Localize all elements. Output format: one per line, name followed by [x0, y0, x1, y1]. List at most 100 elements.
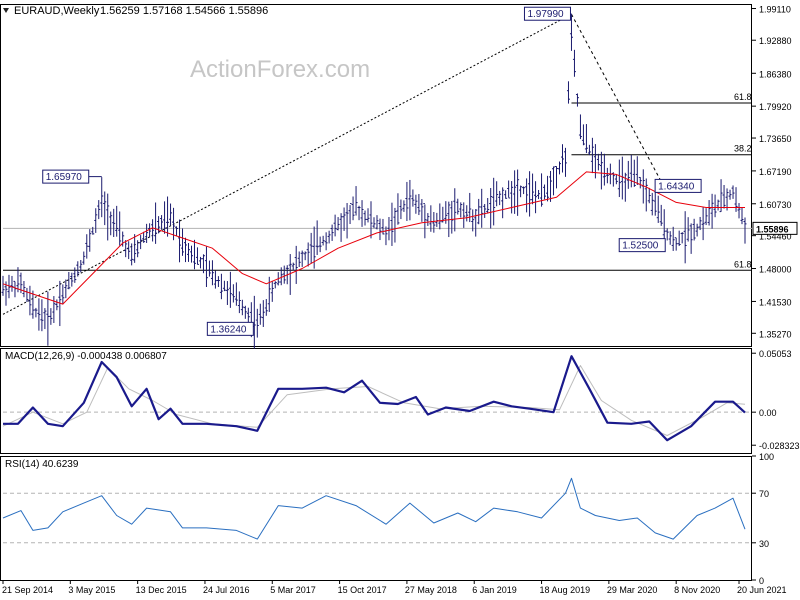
- price-axis-tick-label: 1.99110: [759, 5, 791, 15]
- price-bar: [734, 187, 738, 212]
- price-bar: [543, 184, 547, 200]
- price-bar: [363, 210, 367, 226]
- ohlc-readout: 1.56259 1.57168 1.54566 1.55896: [100, 5, 268, 17]
- price-bar: [97, 200, 101, 220]
- price-bar: [55, 299, 59, 311]
- rsi-title: RSI(14) 40.6239: [5, 459, 79, 470]
- price-axis-tick-label: 1.60730: [759, 200, 792, 210]
- time-axis-label: 8 Nov 2020: [674, 585, 720, 595]
- price-bar: [534, 181, 538, 214]
- price-bar: [309, 232, 313, 264]
- price-bar: [423, 203, 427, 239]
- price-bar: [740, 207, 744, 225]
- price-axis-tick-label: 1.73650: [759, 134, 792, 144]
- price-bar: [498, 190, 502, 206]
- rsi-axis-tick-label: 70: [759, 489, 769, 499]
- price-bar: [240, 299, 244, 316]
- price-bar: [692, 218, 696, 241]
- price-annotation-label: 1.97990: [527, 9, 564, 20]
- price-bar: [414, 194, 418, 214]
- price-bar: [216, 276, 220, 287]
- price-bar: [581, 124, 585, 146]
- moving-average-line: [2, 171, 745, 305]
- price-annotation: 1.97990: [523, 6, 572, 21]
- price-bar: [405, 181, 409, 221]
- price-bar: [465, 205, 469, 222]
- price-bar: [34, 307, 38, 318]
- fibonacci-level-label: 61.8: [734, 92, 752, 102]
- price-bar: [327, 230, 331, 244]
- price-bar: [127, 241, 131, 260]
- time-axis-label: 18 Aug 2019: [540, 585, 591, 595]
- price-bar: [629, 154, 633, 188]
- price-bar: [234, 282, 238, 306]
- fibonacci-level-label: 38.2: [734, 144, 752, 154]
- price-bar: [264, 299, 268, 316]
- price-bar: [169, 203, 173, 226]
- price-bar: [507, 180, 511, 199]
- price-bar: [330, 224, 334, 241]
- price-bar: [429, 205, 433, 232]
- price-bar: [204, 246, 208, 288]
- price-bar: [510, 181, 514, 214]
- price-bar: [318, 236, 322, 253]
- price-bar: [393, 207, 397, 243]
- current-price-tag-label: 1.55896: [756, 224, 789, 234]
- price-bar: [575, 93, 579, 107]
- price-bar: [222, 280, 226, 292]
- price-bar: [417, 194, 421, 216]
- price-bar: [157, 216, 161, 234]
- price-bar: [743, 217, 747, 244]
- price-bar: [677, 230, 681, 247]
- price-bar: [207, 260, 211, 277]
- main-panel-frame: [0, 4, 752, 347]
- price-bar: [82, 251, 86, 265]
- price-bar: [474, 209, 478, 237]
- price-bar: [549, 170, 553, 202]
- price-axis-tick-label: 1.35270: [759, 329, 792, 339]
- rsi-line: [2, 477, 746, 540]
- price-bar: [563, 147, 567, 177]
- price-bar: [716, 199, 720, 211]
- price-bar: [384, 226, 388, 246]
- time-axis-label: 15 Oct 2017: [338, 585, 387, 595]
- rsi-axis-tick-label: 100: [759, 452, 774, 462]
- price-bar: [94, 208, 98, 233]
- rsi-axis-tick-label: 30: [759, 539, 769, 549]
- price-bar: [411, 189, 415, 207]
- price-bar: [291, 262, 295, 271]
- price-bar: [552, 166, 556, 196]
- price-bar: [261, 300, 265, 327]
- price-bar: [145, 223, 149, 243]
- price-bar: [187, 242, 190, 262]
- current-price-tag: 1.55896: [752, 221, 798, 235]
- price-bar: [728, 189, 732, 200]
- price-bar: [321, 235, 325, 246]
- price-bar: [88, 229, 92, 252]
- time-axis-label: 6 Jan 2019: [472, 585, 517, 595]
- price-bar: [483, 204, 487, 218]
- price-bar: [578, 114, 582, 140]
- price-bar: [369, 201, 373, 239]
- price-bar: [665, 228, 669, 241]
- symbol-dropdown-icon[interactable]: [3, 8, 9, 13]
- price-bar: [306, 242, 310, 267]
- macd-panel: MACD(12,26,9) -0.000438 0.006807 0.05053 0…: [2, 349, 800, 451]
- price-bar: [737, 203, 741, 219]
- price-bar: [617, 159, 621, 198]
- price-bar: [28, 285, 32, 316]
- price-bar: [704, 208, 708, 226]
- price-bar: [686, 217, 690, 242]
- price-bar: [282, 265, 286, 284]
- price-bar: [489, 188, 493, 229]
- price-bar: [154, 202, 158, 244]
- price-bar: [360, 200, 364, 227]
- price-bar: [52, 296, 56, 323]
- time-axis-label: 24 Jul 2016: [203, 585, 250, 595]
- price-bar: [635, 156, 639, 185]
- price-bar: [572, 49, 576, 77]
- price-bar: [333, 214, 337, 237]
- price-bar: [40, 299, 44, 332]
- price-bar: [255, 308, 259, 338]
- price-bar: [438, 203, 442, 230]
